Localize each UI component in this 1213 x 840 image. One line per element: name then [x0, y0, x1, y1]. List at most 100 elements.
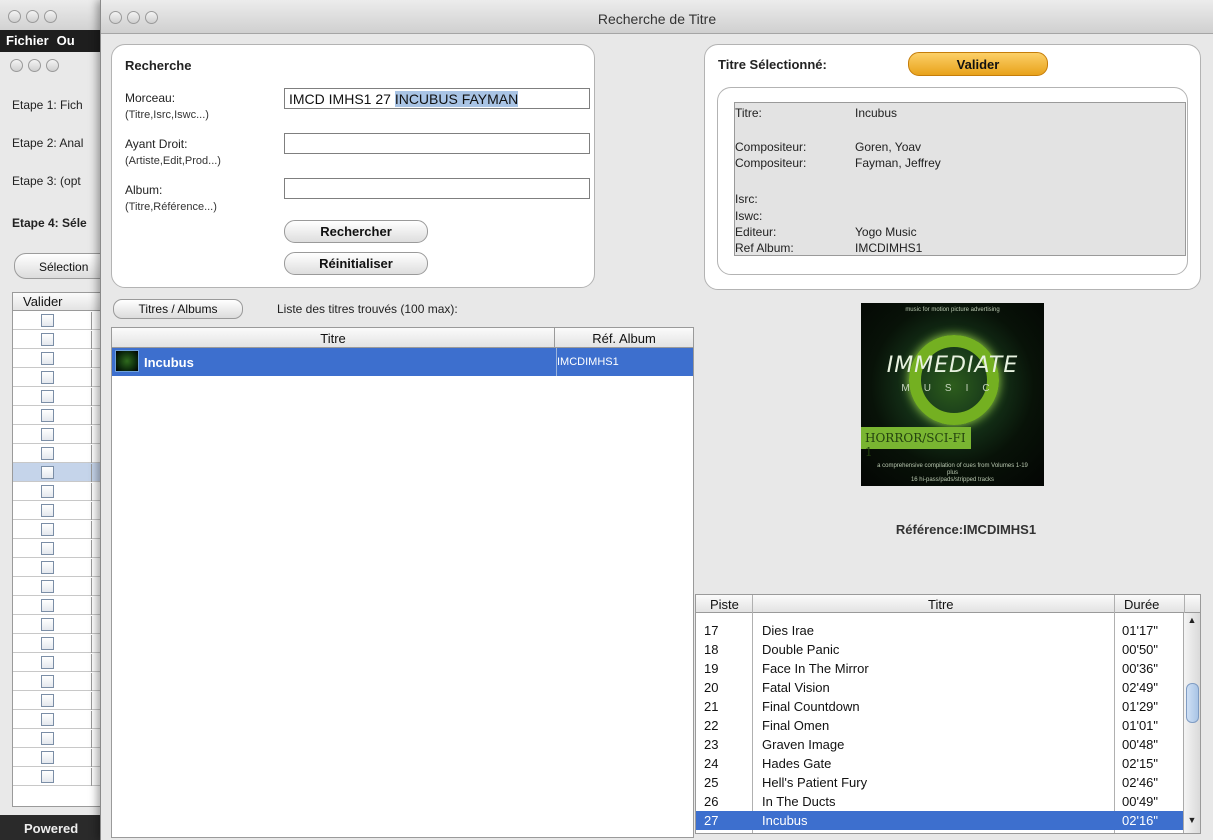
table-row[interactable]: 1 — [13, 634, 110, 653]
morceau-input-text: IMCD IMHS1 27 — [289, 91, 395, 107]
track-row[interactable]: 17 Dies Irae 01'17" — [696, 621, 1184, 640]
titles-albums-toggle-button[interactable]: Titres / Albums — [113, 299, 243, 319]
table-row[interactable]: 1 — [13, 520, 110, 539]
table-row[interactable]: 1 — [13, 615, 110, 634]
table-row[interactable]: 1 — [13, 482, 110, 501]
validate-checkbox[interactable] — [41, 561, 54, 574]
select-button[interactable]: Sélection — [14, 253, 110, 279]
table-row[interactable]: 1 — [13, 539, 110, 558]
close-traffic-light-icon[interactable] — [8, 10, 21, 24]
track-row[interactable]: 26 In The Ducts 00'49" — [696, 792, 1184, 811]
results-caption: Liste des titres trouvés (100 max): — [277, 302, 458, 316]
table-row[interactable]: 1 — [13, 425, 110, 444]
column-header-titre[interactable]: Titre — [112, 331, 554, 346]
table-row[interactable]: 1 — [13, 558, 110, 577]
table-row[interactable]: 0 — [13, 368, 110, 387]
scroll-down-arrow-icon[interactable]: ▼ — [1184, 815, 1200, 831]
menu-fichier[interactable]: Fichier — [6, 33, 49, 48]
validate-checkbox[interactable] — [41, 466, 54, 479]
table-row[interactable]: 1 — [13, 577, 110, 596]
validate-checkbox[interactable] — [41, 542, 54, 555]
validate-checkbox[interactable] — [41, 618, 54, 631]
validate-checkbox[interactable] — [41, 352, 54, 365]
table-row[interactable]: 1 — [13, 710, 110, 729]
zoom-traffic-light-icon[interactable] — [44, 10, 57, 24]
validate-checkbox[interactable] — [41, 485, 54, 498]
validate-button[interactable]: Valider — [908, 52, 1048, 76]
table-row[interactable]: 1 — [13, 729, 110, 748]
column-header-duree[interactable]: Durée — [1124, 597, 1159, 612]
track-row[interactable]: 27 Incubus 02'16" — [696, 811, 1184, 830]
detail-value: Yogo Music — [855, 225, 917, 239]
validate-checkbox[interactable] — [41, 523, 54, 536]
validate-checkbox[interactable] — [41, 504, 54, 517]
track-duration: 01'01" — [1122, 718, 1159, 733]
column-header-piste[interactable]: Piste — [710, 597, 739, 612]
validate-checkbox[interactable] — [41, 447, 54, 460]
table-row[interactable]: 1 — [13, 748, 110, 767]
track-number: 17 — [704, 623, 719, 638]
reset-button[interactable]: Réinitialiser — [284, 252, 428, 275]
track-row[interactable]: 18 Double Panic 00'50" — [696, 640, 1184, 659]
table-row[interactable]: 0 — [13, 330, 110, 349]
morceau-input[interactable]: IMCD IMHS1 27 INCUBUS FAYMAN — [284, 88, 590, 109]
validate-checkbox[interactable] — [41, 637, 54, 650]
validate-checkbox[interactable] — [41, 428, 54, 441]
validate-checkbox[interactable] — [41, 333, 54, 346]
table-row[interactable]: 1 — [13, 406, 110, 425]
track-row[interactable]: 19 Face In The Mirror 00'36" — [696, 659, 1184, 678]
table-row[interactable]: 1 — [13, 672, 110, 691]
powered-label: Powered — [0, 815, 110, 840]
track-title: Final Omen — [762, 718, 830, 733]
morceau-input-selection: INCUBUS FAYMAN — [394, 91, 519, 107]
table-row[interactable]: Incubus IMCDIMHS1 — [112, 348, 693, 376]
album-sublabel: (Titre,Référence...) — [125, 201, 217, 213]
track-row[interactable]: 22 Final Omen 01'01" — [696, 716, 1184, 735]
ayant-droit-input[interactable] — [284, 133, 590, 154]
table-row[interactable]: 0 — [13, 311, 110, 330]
validate-checkbox[interactable] — [41, 770, 54, 783]
validate-checkbox[interactable] — [41, 371, 54, 384]
album-input[interactable] — [284, 178, 590, 199]
search-button[interactable]: Rechercher — [284, 220, 428, 243]
validate-checkbox[interactable] — [41, 599, 54, 612]
track-row[interactable]: 21 Final Countdown 01'29" — [696, 697, 1184, 716]
zoom-traffic-light-icon[interactable] — [46, 59, 59, 73]
validate-checkbox[interactable] — [41, 694, 54, 707]
track-row[interactable]: 24 Hades Gate 02'15" — [696, 754, 1184, 773]
validate-checkbox[interactable] — [41, 713, 54, 726]
validate-checkbox[interactable] — [41, 656, 54, 669]
track-row[interactable]: 20 Fatal Vision 02'49" — [696, 678, 1184, 697]
table-row[interactable]: 1 — [13, 444, 110, 463]
column-header-titre[interactable]: Titre — [928, 597, 954, 612]
validate-checkbox[interactable] — [41, 409, 54, 422]
track-row[interactable]: 23 Graven Image 00'48" — [696, 735, 1184, 754]
minimize-traffic-light-icon[interactable] — [26, 10, 39, 24]
table-row[interactable]: 1 — [13, 387, 110, 406]
validate-checkbox[interactable] — [41, 675, 54, 688]
table-row[interactable]: 1 — [13, 653, 110, 672]
scrollbar-thumb[interactable] — [1186, 683, 1199, 723]
tracks-scrollbar[interactable]: ▲ ▼ — [1183, 613, 1200, 833]
column-header-ref-album[interactable]: Réf. Album — [554, 328, 693, 347]
table-row[interactable]: 1 — [13, 767, 110, 786]
validate-checkbox[interactable] — [41, 751, 54, 764]
close-traffic-light-icon[interactable] — [10, 59, 23, 73]
validate-checkbox[interactable] — [41, 314, 54, 327]
validate-checkbox[interactable] — [41, 390, 54, 403]
detail-label: Compositeur: — [735, 140, 807, 154]
track-duration: 01'17" — [1122, 623, 1159, 638]
validate-checkbox[interactable] — [41, 732, 54, 745]
table-row[interactable]: 1 — [13, 463, 110, 482]
table-row[interactable]: 1 — [13, 501, 110, 520]
album-thumbnail-icon — [115, 350, 139, 372]
menu-ou[interactable]: Ou — [57, 33, 75, 48]
validate-checkbox[interactable] — [41, 580, 54, 593]
scroll-up-arrow-icon[interactable]: ▲ — [1184, 615, 1200, 631]
track-number: 24 — [704, 756, 719, 771]
track-row[interactable]: 25 Hell's Patient Fury 02'46" — [696, 773, 1184, 792]
table-row[interactable]: 0 — [13, 349, 110, 368]
table-row[interactable]: 1 — [13, 691, 110, 710]
table-row[interactable]: 1 — [13, 596, 110, 615]
minimize-traffic-light-icon[interactable] — [28, 59, 41, 73]
